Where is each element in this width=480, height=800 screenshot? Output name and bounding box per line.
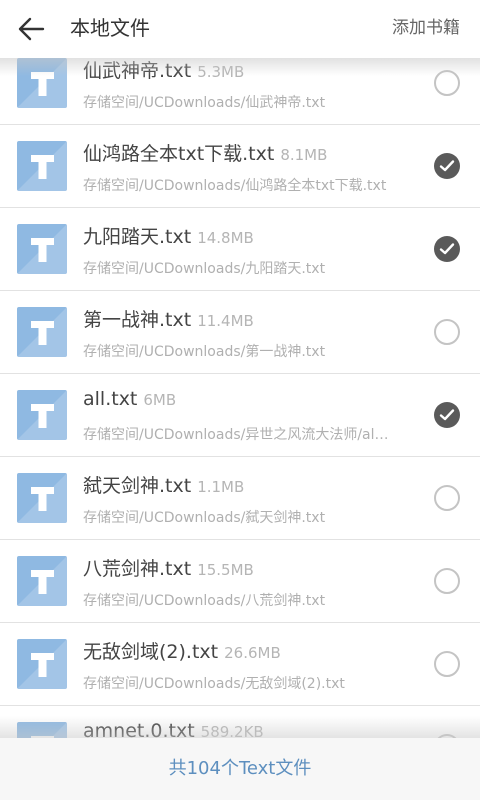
txt-file-icon xyxy=(17,639,67,689)
file-name-text: 第一战神.txt xyxy=(83,309,192,331)
txt-file-icon xyxy=(17,58,67,108)
checkmark-icon xyxy=(439,409,455,421)
file-count-summary: 共104个Text文件 xyxy=(0,738,480,800)
list-item[interactable]: 八荒剑神.txt 15.5MB 存储空间/UCDownloads/八荒剑神.txt xyxy=(0,540,480,623)
file-name-text: 仙鸿路全本txt下载.txt xyxy=(83,143,275,165)
file-size: 11.4MB xyxy=(197,312,254,330)
checkmark-icon xyxy=(439,243,455,255)
letter-t-icon xyxy=(17,58,67,108)
txt-file-icon xyxy=(17,390,67,440)
list-item[interactable]: 仙鸿路全本txt下载.txt 8.1MB 存储空间/UCDownloads/仙鸿路全… xyxy=(0,125,480,208)
checked-circle-icon[interactable] xyxy=(434,236,460,262)
add-books-button[interactable]: 添加书籍 xyxy=(392,0,460,56)
header: 本地文件 添加书籍 xyxy=(0,0,480,58)
unchecked-circle-icon[interactable] xyxy=(434,651,460,677)
file-name-text: 仙武神帝.txt xyxy=(83,60,192,82)
file-name-text: 弑天剑神.txt xyxy=(83,475,192,497)
txt-file-icon xyxy=(17,473,67,523)
file-name: 无敌剑域(2).txt 26.6MB xyxy=(83,637,281,664)
file-size: 6MB xyxy=(143,391,177,409)
file-name: 仙武神帝.txt 5.3MB xyxy=(83,56,244,83)
file-list: 仙武神帝.txt 5.3MB 存储空间/UCDownloads/仙武神帝.txt 仙鸿… xyxy=(0,42,480,789)
unchecked-circle-icon[interactable] xyxy=(434,70,460,96)
file-path: 存储空间/UCDownloads/仙鸿路全本txt下载.txt xyxy=(83,178,387,194)
list-item[interactable]: 无敌剑域(2).txt 26.6MB 存储空间/UCDownloads/无敌剑域(2… xyxy=(0,623,480,706)
file-name: 仙鸿路全本txt下载.txt 8.1MB xyxy=(83,139,327,166)
file-path: 存储空间/UCDownloads/第一战神.txt xyxy=(83,344,326,360)
txt-file-icon xyxy=(17,556,67,606)
checked-circle-icon[interactable] xyxy=(434,402,460,428)
unchecked-circle-icon[interactable] xyxy=(434,319,460,345)
file-size: 15.5MB xyxy=(197,561,254,579)
unchecked-circle-icon[interactable] xyxy=(434,485,460,511)
file-path: 存储空间/UCDownloads/八荒剑神.txt xyxy=(83,593,326,609)
letter-t-icon xyxy=(17,390,67,440)
letter-t-icon xyxy=(17,556,67,606)
back-button[interactable] xyxy=(14,12,48,46)
letter-t-icon xyxy=(17,639,67,689)
file-path: 存储空间/UCDownloads/仙武神帝.txt xyxy=(83,95,326,111)
file-path: 存储空间/UCDownloads/九阳踏天.txt xyxy=(83,261,326,277)
letter-t-icon xyxy=(17,473,67,523)
letter-t-icon xyxy=(17,307,67,357)
file-path: 存储空间/UCDownloads/异世之风流大法师/al… xyxy=(83,427,389,443)
list-item[interactable]: 弑天剑神.txt 1.1MB 存储空间/UCDownloads/弑天剑神.txt xyxy=(0,457,480,540)
unchecked-circle-icon[interactable] xyxy=(434,568,460,594)
checkmark-icon xyxy=(439,160,455,172)
checked-circle-icon[interactable] xyxy=(434,153,460,179)
letter-t-icon xyxy=(17,141,67,191)
arrow-left-icon xyxy=(18,17,45,41)
file-name: all.txt 6MB xyxy=(83,388,176,410)
list-item[interactable]: 第一战神.txt 11.4MB 存储空间/UCDownloads/第一战神.txt xyxy=(0,291,480,374)
file-name: 八荒剑神.txt 15.5MB xyxy=(83,554,254,581)
file-name: 第一战神.txt 11.4MB xyxy=(83,305,254,332)
file-size: 5.3MB xyxy=(197,63,245,81)
file-size: 14.8MB xyxy=(197,229,254,247)
file-size: 26.6MB xyxy=(224,644,281,662)
file-name: 九阳踏天.txt 14.8MB xyxy=(83,222,254,249)
file-name-text: 九阳踏天.txt xyxy=(83,226,192,248)
list-item[interactable]: all.txt 6MB 存储空间/UCDownloads/异世之风流大法师/al… xyxy=(0,374,480,457)
file-path: 存储空间/UCDownloads/弑天剑神.txt xyxy=(83,510,326,526)
file-name-text: 八荒剑神.txt xyxy=(83,558,192,580)
file-name-text: 无敌剑域(2).txt xyxy=(83,641,219,663)
txt-file-icon xyxy=(17,307,67,357)
letter-t-icon xyxy=(17,224,67,274)
file-name-text: all.txt xyxy=(83,388,138,410)
file-size: 8.1MB xyxy=(280,146,328,164)
txt-file-icon xyxy=(17,141,67,191)
file-name: 弑天剑神.txt 1.1MB xyxy=(83,471,244,498)
txt-file-icon xyxy=(17,224,67,274)
file-path: 存储空间/UCDownloads/无敌剑域(2).txt xyxy=(83,676,345,692)
page-title: 本地文件 xyxy=(70,16,150,40)
file-size: 1.1MB xyxy=(197,478,245,496)
list-item[interactable]: 九阳踏天.txt 14.8MB 存储空间/UCDownloads/九阳踏天.txt xyxy=(0,208,480,291)
